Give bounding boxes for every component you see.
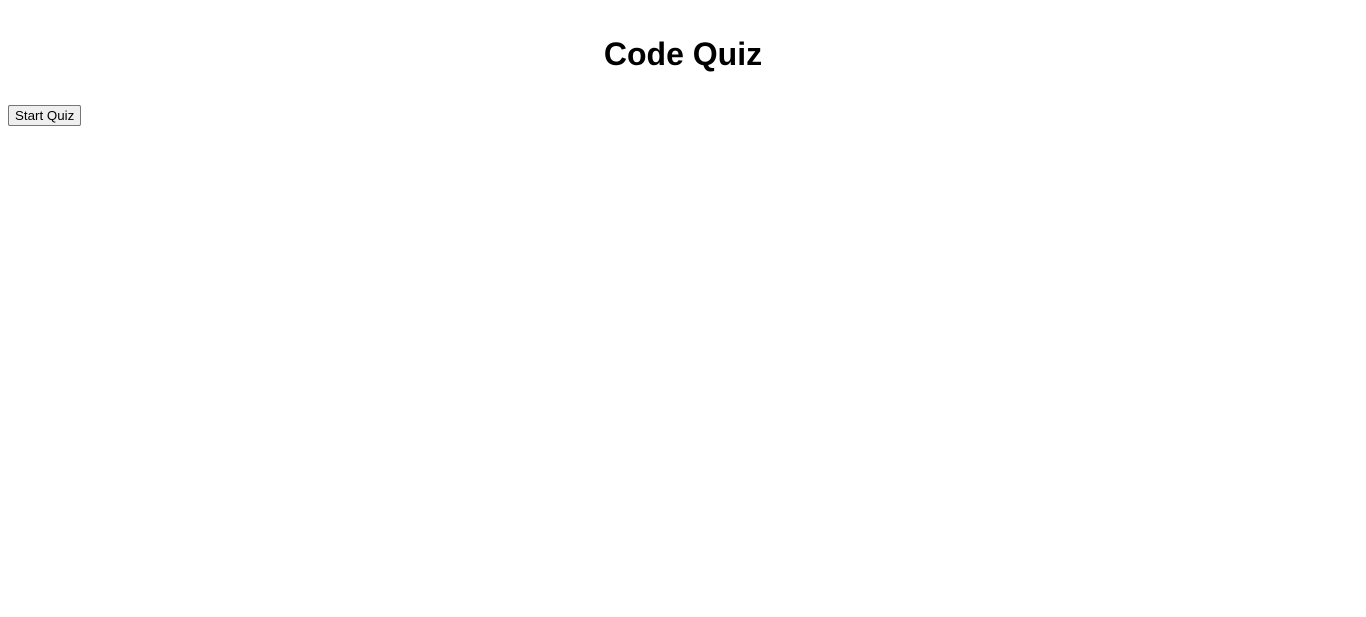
start-quiz-button[interactable]: Start Quiz — [8, 105, 82, 126]
page-title: Code Quiz — [603, 36, 763, 72]
quiz-page: Code Quiz Start Quiz — [0, 0, 1366, 617]
